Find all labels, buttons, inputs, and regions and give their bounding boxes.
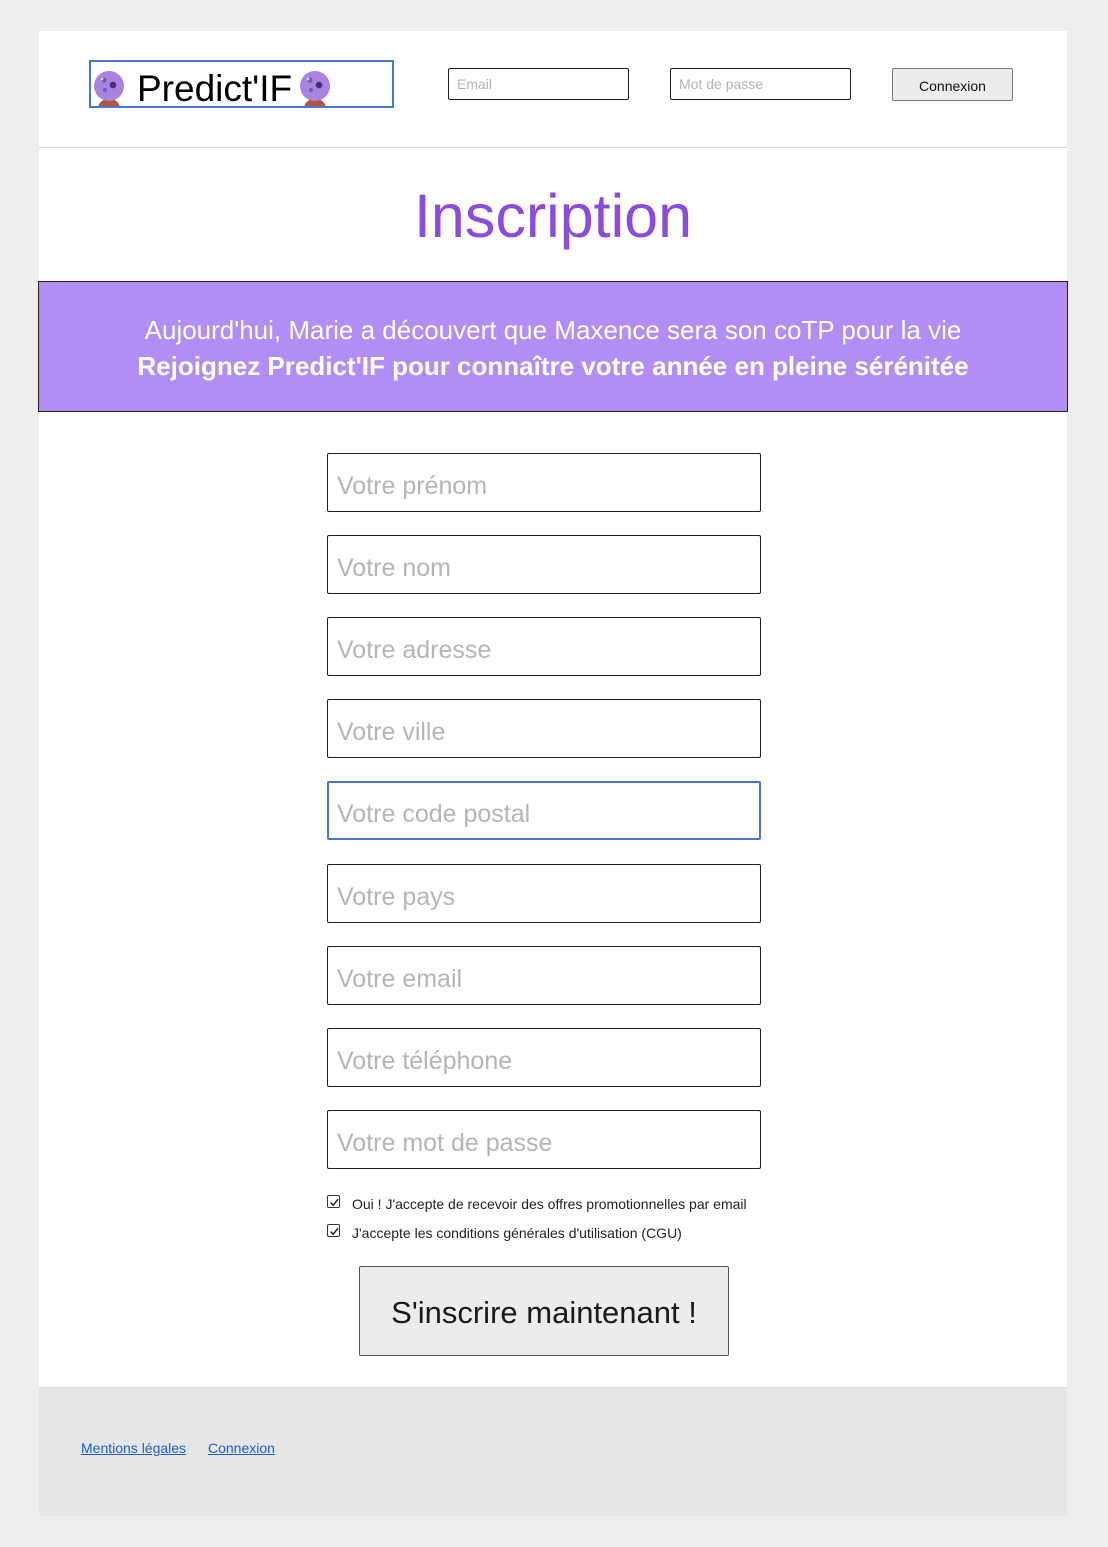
phone-field[interactable] bbox=[327, 1028, 761, 1087]
promo-checkbox-label: Oui ! J'accepte de recevoir des offres p… bbox=[352, 1196, 747, 1212]
logo-text: Predict'IF bbox=[137, 68, 293, 108]
login-button[interactable]: Connexion bbox=[892, 68, 1013, 101]
crystal-ball-icon bbox=[300, 71, 330, 106]
email-field[interactable] bbox=[327, 946, 761, 1005]
country-field[interactable] bbox=[327, 864, 761, 923]
legal-notice-link[interactable]: Mentions légales bbox=[81, 1440, 186, 1456]
cgu-checkbox-label: J'accepte les conditions générales d'uti… bbox=[352, 1225, 682, 1241]
header-email-input[interactable] bbox=[448, 68, 629, 100]
banner-line-1: Aujourd'hui, Marie a découvert que Maxen… bbox=[144, 315, 962, 345]
footer-login-link[interactable]: Connexion bbox=[208, 1440, 275, 1456]
logo[interactable]: Predict'IF bbox=[89, 60, 394, 108]
page: Predict'IF Connexion Inscription Aujourd… bbox=[38, 31, 1068, 1516]
first-name-field[interactable] bbox=[327, 453, 761, 512]
address-field[interactable] bbox=[327, 617, 761, 676]
last-name-field[interactable] bbox=[327, 535, 761, 594]
checkmark-icon bbox=[330, 1198, 339, 1207]
crystal-ball-icon bbox=[94, 71, 124, 106]
promo-checkbox[interactable] bbox=[327, 1195, 340, 1208]
signup-button[interactable]: S'inscrire maintenant ! bbox=[359, 1266, 729, 1356]
footer: Mentions légales Connexion bbox=[39, 1387, 1067, 1516]
cgu-checkbox[interactable] bbox=[327, 1224, 340, 1237]
postal-code-field[interactable] bbox=[327, 781, 761, 840]
password-field[interactable] bbox=[327, 1110, 761, 1169]
promo-banner: Aujourd'hui, Marie a découvert que Maxen… bbox=[38, 281, 1068, 412]
header-password-input[interactable] bbox=[670, 68, 851, 100]
banner-line-2: Rejoignez Predict'IF pour connaître votr… bbox=[137, 351, 969, 381]
checkmark-icon bbox=[330, 1227, 339, 1236]
city-field[interactable] bbox=[327, 699, 761, 758]
page-title: Inscription bbox=[413, 182, 692, 250]
header: Predict'IF Connexion bbox=[39, 31, 1067, 148]
